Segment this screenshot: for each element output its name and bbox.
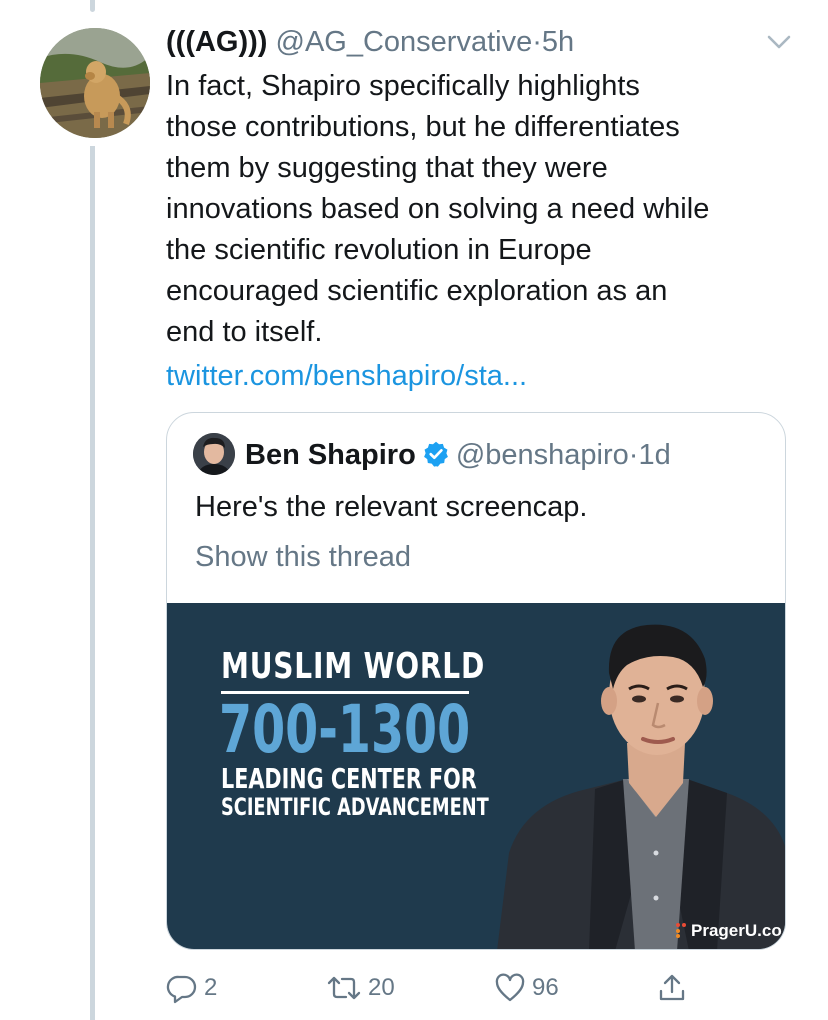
tweet-text-line: innovations based on solving a need whil… [166,193,710,225]
quoted-author-avatar[interactable] [193,433,235,475]
media-subtitle-line2: SCIENTIFIC ADVANCEMENT [221,793,489,821]
prageru-watermark-text: PragerU.co [691,921,782,940]
thread-connector-top [90,0,95,12]
retweet-icon [327,976,361,1000]
tweet-menu-button[interactable] [764,30,794,54]
show-this-thread-link[interactable]: Show this thread [195,537,411,577]
media-title: MUSLIM WORLD [221,646,486,687]
media-years: 700-1300 [219,691,471,768]
presenter-figure [497,624,785,949]
tweet-header: (((AG))) @AG_Conservative·5h [166,22,574,62]
share-icon [659,974,685,1001]
verified-badge-icon [423,441,448,467]
quoted-author-name[interactable]: Ben Shapiro [245,439,416,471]
reply-icon [166,975,197,1004]
reply-button[interactable]: 2 [166,968,217,1008]
like-count: 96 [532,974,559,1001]
reply-count: 2 [204,974,218,1001]
quoted-tweet-header: Ben Shapiro @benshapiro·1d [245,433,671,477]
tweet-text-line: them by suggesting that they were [166,152,608,184]
media-subtitle-line1: LEADING CENTER FOR [221,762,477,795]
retweet-count: 20 [368,974,395,1001]
quoted-tweet-timestamp[interactable]: 1d [638,439,670,471]
author-handle[interactable]: @AG_Conservative [276,26,533,58]
tweet-text-line: those contributions, but he differentiat… [166,111,680,143]
share-button[interactable] [656,968,688,1008]
thread-connector-line [90,146,95,1020]
dog-photo-avatar-icon [40,28,150,138]
person-avatar-icon [193,433,235,475]
like-button[interactable]: 96 [494,968,559,1008]
retweet-button[interactable]: 20 [326,968,395,1008]
header-separator: · [532,26,542,58]
quoted-author-handle[interactable]: @benshapiro [456,439,629,471]
tweet-text-line: In fact, Shapiro specifically highlights [166,70,640,102]
prageru-watermark: PragerU.co [675,919,782,943]
prageru-logo-icon [676,923,686,938]
chevron-down-icon [767,35,791,49]
author-avatar[interactable] [40,28,150,138]
tweet-text-line: end to itself. [166,316,323,348]
tweet-link[interactable]: twitter.com/benshapiro/sta... [166,356,527,397]
heart-icon [495,973,525,1002]
tweet-body: In fact, Shapiro specifically highlights… [166,66,806,353]
tweet-timestamp[interactable]: 5h [542,26,574,58]
tweet-text-line: encouraged scientific exploration as an [166,275,668,307]
quoted-tweet-card[interactable]: Ben Shapiro @benshapiro·1d Here's the rel… [166,412,786,950]
tweet-action-bar: 2 20 96 [166,968,726,1008]
author-name[interactable]: (((AG))) [166,26,267,58]
quoted-tweet-image[interactable]: MUSLIM WORLD 700-1300 LEADING CENTER FOR… [167,603,785,949]
quoted-header-separator: · [628,439,639,471]
tweet-text-line: the scientific revolution in Europe [166,234,592,266]
quoted-tweet-text: Here's the relevant screencap. [195,491,588,523]
